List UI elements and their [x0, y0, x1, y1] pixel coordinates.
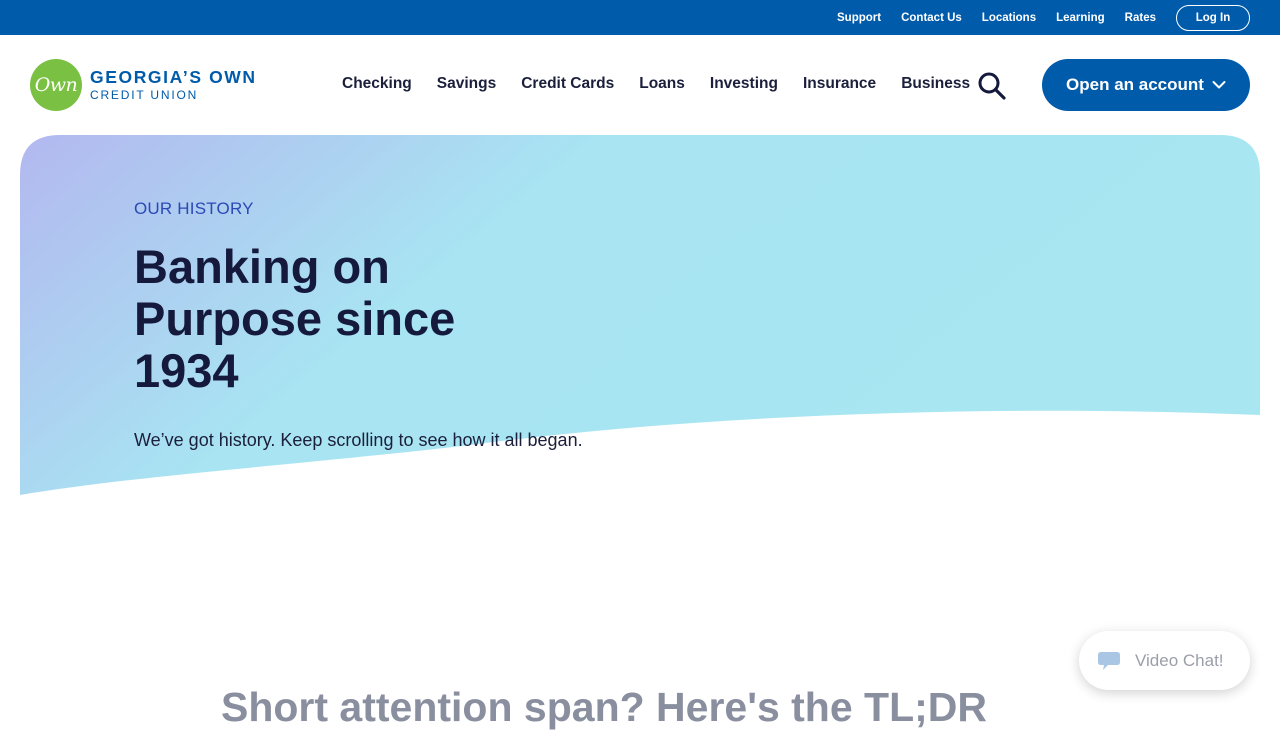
logo-mark: Own [30, 59, 82, 111]
utility-links: Support Contact Us Locations Learning Ra… [817, 4, 1250, 31]
nav-item-credit-cards[interactable]: Credit Cards [521, 75, 614, 93]
open-account-button[interactable]: Open an account [1042, 59, 1250, 111]
nav-item-investing[interactable]: Investing [710, 75, 778, 93]
utility-link-locations[interactable]: Locations [982, 12, 1036, 24]
nav-item-checking[interactable]: Checking [342, 75, 412, 93]
utility-link-support[interactable]: Support [837, 12, 881, 24]
logo-line1: GEORGIA’S OWN [90, 67, 257, 88]
logo-line2: CREDIT UNION [90, 87, 199, 102]
utility-link-learning[interactable]: Learning [1056, 12, 1105, 24]
utility-bar: Support Contact Us Locations Learning Ra… [0, 0, 1280, 35]
logo-wordmark: GEORGIA’S OWN CREDIT UNION [90, 69, 257, 101]
tldr-heading: Short attention span? Here's the TL;DR [221, 684, 988, 730]
primary-nav: Checking Savings Credit Cards Loans Inve… [342, 75, 995, 93]
search-icon[interactable] [976, 71, 1008, 101]
nav-item-insurance[interactable]: Insurance [803, 75, 876, 93]
page-title: Banking on Purpose since 1934 [134, 240, 456, 397]
hero-banner: OUR HISTORY Banking on Purpose since 193… [20, 135, 1260, 495]
nav-item-savings[interactable]: Savings [437, 75, 496, 93]
hero-subtitle: We’ve got history. Keep scrolling to see… [134, 430, 583, 450]
utility-link-contact-us[interactable]: Contact Us [901, 12, 962, 24]
video-chat-button[interactable]: Video Chat! [1079, 631, 1250, 690]
chevron-down-icon [1212, 81, 1226, 89]
utility-link-rates[interactable]: Rates [1125, 12, 1156, 24]
open-account-label: Open an account [1066, 75, 1204, 94]
nav-item-loans[interactable]: Loans [639, 75, 685, 93]
main-nav: Own GEORGIA’S OWN CREDIT UNION Checking … [0, 35, 1280, 135]
nav-item-business[interactable]: Business [901, 75, 970, 93]
logo[interactable]: Own GEORGIA’S OWN CREDIT UNION [30, 59, 257, 111]
chat-bubble-icon [1098, 651, 1120, 670]
login-button[interactable]: Log In [1176, 4, 1250, 31]
video-chat-label: Video Chat! [1135, 650, 1224, 670]
hero-eyebrow: OUR HISTORY [134, 199, 254, 218]
